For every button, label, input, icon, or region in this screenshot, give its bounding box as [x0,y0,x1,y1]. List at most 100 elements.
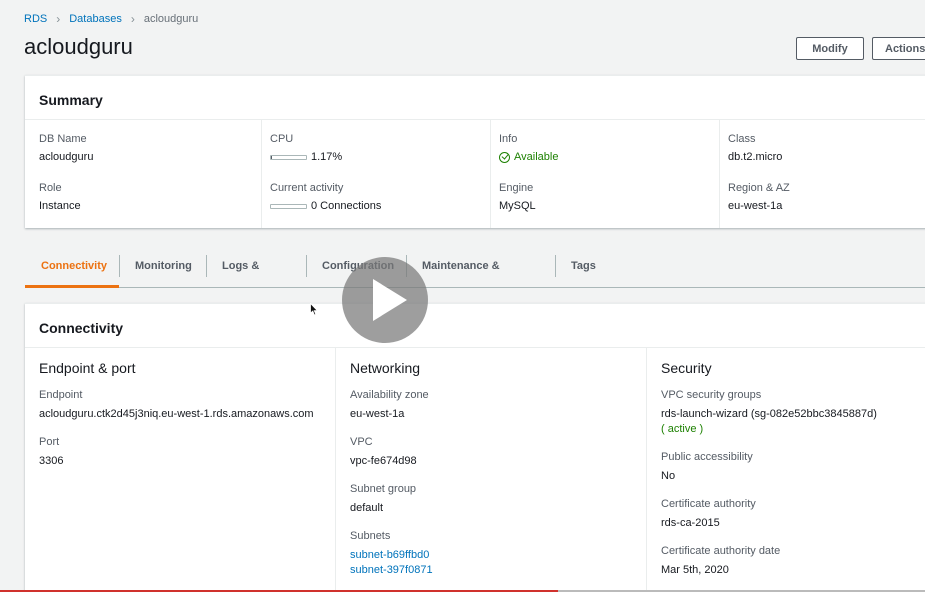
summary-col-db: DB Name acloudguru Role Instance [25,120,261,228]
tab-tags[interactable]: Tags [555,244,615,287]
chevron-right-icon: › [56,12,61,26]
az-label: Availability zone [350,389,429,401]
summary-col-cpu: CPU 1.17% Current activity 0 Connections [261,120,490,228]
activity-value: 0 Connections [311,200,382,212]
connectivity-header: Connectivity [25,304,925,348]
cpu-value: 1.17% [311,151,343,163]
status-badge: Available [499,151,719,163]
connectivity-columns: Endpoint & port Endpoint acloudguru.ctk2… [25,348,925,592]
cpu-field: CPU 1.17% [270,133,490,182]
ca-value: rds-ca-2015 [661,517,720,529]
endpoint-field: Endpoint acloudguru.ctk2d45j3niq.eu-west… [39,389,335,420]
security-section: Security VPC security groups rds-launch-… [646,348,925,592]
vpc-link[interactable]: vpc-fe674d98 [350,455,417,467]
breadcrumb-databases-link[interactable]: Databases [69,13,122,25]
engine-label: Engine [499,182,534,194]
port-value: 3306 [39,455,64,467]
activity-field: Current activity 0 Connections [270,182,490,231]
subnets-label: Subnets [350,530,391,542]
info-field: Info Available [499,133,719,182]
chevron-right-icon: › [130,12,135,26]
ca-date-label: Certificate authority date [661,545,781,557]
breadcrumb: RDS › Databases › acloudguru [24,12,198,26]
role-field: Role Instance [39,182,261,231]
info-label: Info [499,133,518,145]
az-field: Availability zone eu-west-1a [350,389,646,420]
engine-value: MySQL [499,200,536,212]
activity-meter: 0 Connections [270,200,490,212]
connectivity-title: Connectivity [39,320,124,336]
tab-monitoring[interactable]: Monitoring [119,244,206,287]
region-field: Region & AZ eu-west-1a [728,182,925,231]
tab-maintenance-backups[interactable]: Maintenance & backups [406,244,555,316]
breadcrumb-current: acloudguru [143,13,199,25]
ca-date-value: Mar 5th, 2020 [661,564,729,576]
ca-label: Certificate authority [661,498,756,510]
sg-field: VPC security groups rds-launch-wizard (s… [661,389,925,435]
summary-panel: Summary DB Name acloudguru Role Instance… [25,75,925,228]
summary-header: Summary [25,76,925,120]
cpu-label: CPU [270,133,294,145]
networking-heading: Networking [350,360,421,376]
summary-grid: DB Name acloudguru Role Instance CPU 1.1… [25,120,925,228]
modify-button[interactable]: Modify [796,37,864,60]
public-access-value: No [661,470,676,482]
vpc-label: VPC [350,436,373,448]
db-name-value: acloudguru [39,151,94,163]
tab-logs-events[interactable]: Logs & events [206,244,306,316]
info-value: Available [514,151,559,163]
endpoint-label: Endpoint [39,389,83,401]
endpoint-value: acloudguru.ctk2d45j3niq.eu-west-1.rds.am… [39,408,314,420]
role-value: Instance [39,200,81,212]
ca-date-field: Certificate authority date Mar 5th, 2020 [661,545,925,576]
public-access-label: Public accessibility [661,451,753,463]
region-label: Region & AZ [728,182,790,194]
activity-label: Current activity [270,182,344,194]
engine-field: Engine MySQL [499,182,719,231]
class-label: Class [728,133,756,145]
connectivity-panel: Connectivity Endpoint & port Endpoint ac… [25,303,925,592]
actions-button[interactable]: Actions [872,37,925,60]
tab-connectivity[interactable]: Connectivity [25,244,119,288]
header-actions: Modify Actions [796,37,925,60]
security-group-link[interactable]: rds-launch-wizard (sg-082e52bbc3845887d) [661,408,877,420]
video-play-button[interactable] [342,257,428,343]
subnets-list: subnet-b69ffbd0 subnet-397f0871 [350,549,646,576]
cpu-meter-bar [270,154,307,160]
port-label: Port [39,436,60,448]
activity-meter-bar [270,203,307,209]
port-field: Port 3306 [39,436,335,467]
db-name-label: DB Name [39,133,87,145]
check-circle-icon [499,151,510,163]
endpoint-section: Endpoint & port Endpoint acloudguru.ctk2… [25,348,335,592]
summary-col-class: Class db.t2.micro Region & AZ eu-west-1a [719,120,925,228]
subnet-group-value: default [350,502,384,514]
ca-field: Certificate authority rds-ca-2015 [661,498,925,529]
subnet-group-label: Subnet group [350,483,417,495]
public-access-field: Public accessibility No [661,451,925,482]
subnet-link[interactable]: subnet-b69ffbd0 [350,549,429,561]
breadcrumb-rds-link[interactable]: RDS [24,13,47,25]
vpc-field: VPC vpc-fe674d98 [350,436,646,467]
summary-col-info: Info Available Engine MySQL [490,120,719,228]
role-label: Role [39,182,62,194]
security-heading: Security [661,360,712,376]
mouse-cursor-icon [310,303,318,316]
page-title: acloudguru [24,34,133,59]
play-icon [372,279,407,321]
security-group-status: ( active ) [661,423,704,435]
subnets-field: Subnets subnet-b69ffbd0 subnet-397f0871 [350,530,646,576]
az-value: eu-west-1a [350,408,405,420]
sg-label: VPC security groups [661,389,762,401]
cpu-meter: 1.17% [270,151,490,163]
region-value: eu-west-1a [728,200,783,212]
detail-tabs: Connectivity Monitoring Logs & events Co… [25,244,925,316]
subnet-link[interactable]: subnet-397f0871 [350,564,433,576]
class-value: db.t2.micro [728,151,783,163]
networking-section: Networking Availability zone eu-west-1a … [335,348,646,592]
summary-title: Summary [39,92,103,108]
class-field: Class db.t2.micro [728,133,925,182]
subnet-group-field: Subnet group default [350,483,646,514]
endpoint-heading: Endpoint & port [39,360,136,376]
db-name-field: DB Name acloudguru [39,133,261,182]
